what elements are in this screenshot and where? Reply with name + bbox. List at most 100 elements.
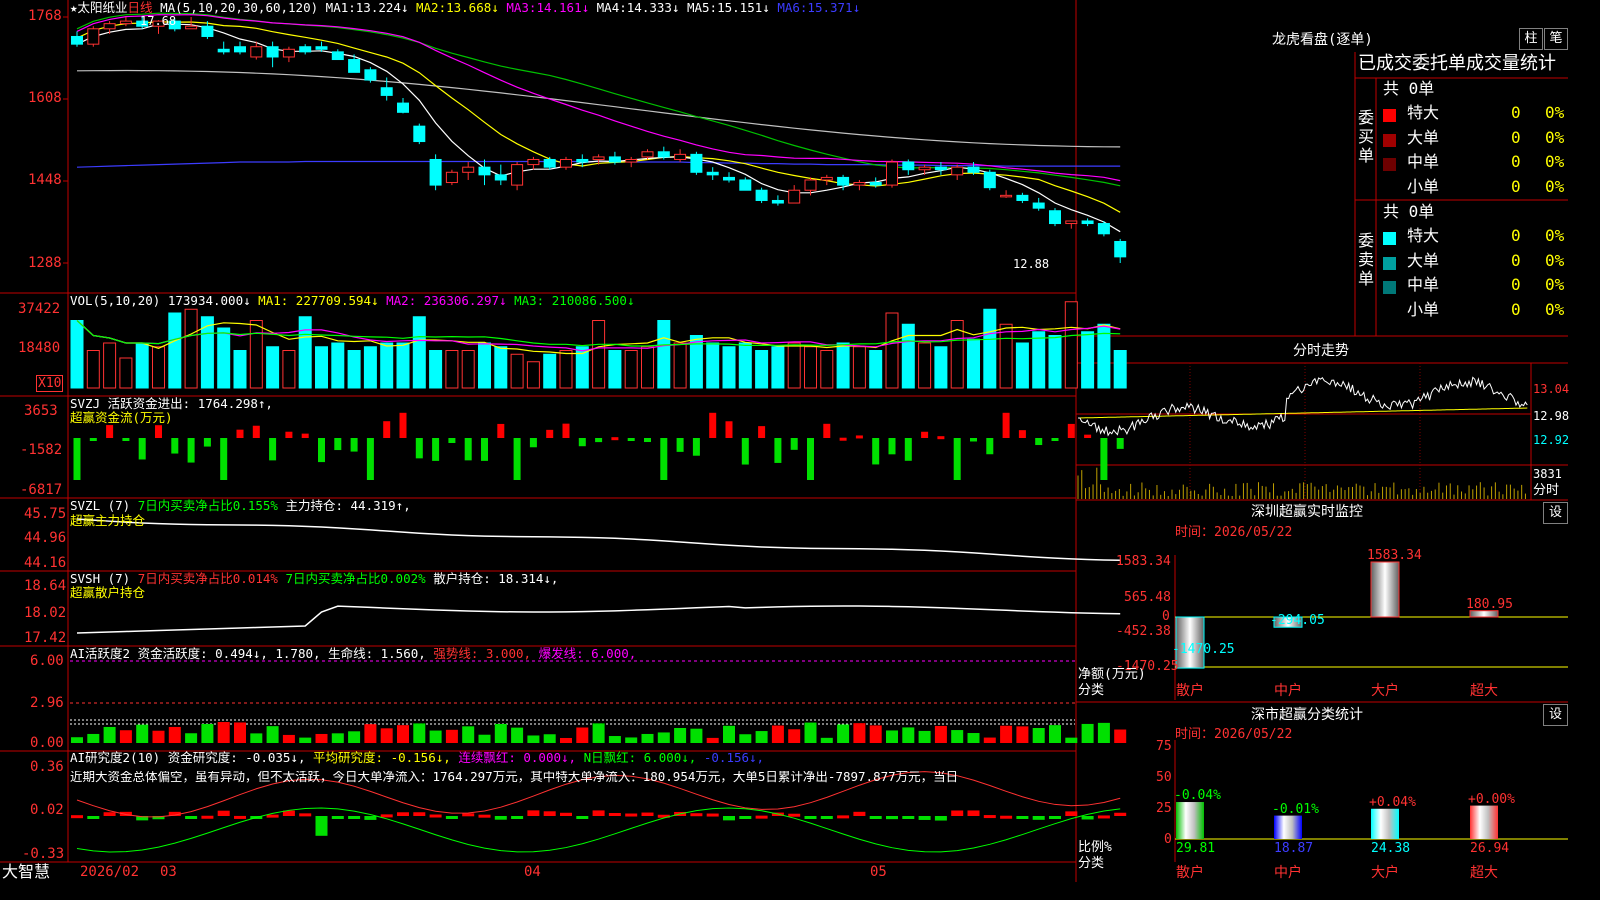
period-label[interactable]: 日线 [128, 0, 153, 15]
cls-value-0: 29.81 [1176, 841, 1216, 856]
ai2-comment: 近期大资金总体偏空，虽有异动，但不太活跃，今日大单净流入：1764.297万元，… [70, 771, 959, 784]
svzj-bar-52 [921, 431, 929, 438]
ai2-bar-29 [543, 811, 556, 816]
svzj-bar-49 [872, 438, 880, 465]
ai2-bar-42 [755, 815, 768, 819]
ai1-bar-52 [918, 730, 931, 743]
svzj-bar-48 [855, 435, 863, 439]
xaxis-label-2: 03 [160, 864, 177, 880]
candle-body-3 [119, 20, 132, 25]
bar-mode-button[interactable]: 柱 [1519, 28, 1543, 50]
ma5-value: 15.151↓ [717, 0, 770, 15]
buy-row-v-2: 0 [1511, 152, 1521, 171]
ai1-bar-26 [494, 723, 507, 743]
svzj-bar-8 [203, 438, 211, 447]
svzj-bar-15 [318, 438, 325, 463]
ai2-bar-51 [902, 816, 915, 819]
ai1-bar-46 [820, 737, 833, 743]
svzj-bar-44 [790, 438, 798, 450]
ai2-bar-19 [380, 814, 393, 818]
ma2-line [76, 21, 1121, 213]
classify-settings-button[interactable]: 设 [1543, 704, 1568, 726]
sell-row-swatch-1 [1383, 256, 1396, 270]
vol-bar-5 [152, 346, 165, 389]
ai2-bar-47 [837, 815, 850, 819]
vol-bar-42 [755, 350, 769, 389]
cls-chg-0: -0.04% [1174, 788, 1221, 804]
candle-body-29 [543, 158, 556, 168]
dragon-title: 龙虎看盘(逐单) [1272, 32, 1373, 48]
ai1-bar-35 [641, 733, 654, 743]
ma1-value: 13.224↓ [355, 0, 409, 15]
vol-bar-25 [478, 342, 491, 389]
mon-cat-1: 中户 [1274, 683, 1302, 699]
candle-body-20 [397, 102, 409, 113]
candle-body-19 [380, 87, 393, 96]
buy-row-swatch-0 [1383, 109, 1396, 122]
ai1-bar-49 [869, 725, 882, 743]
cls-value-3: 26.94 [1470, 841, 1510, 856]
vol-bar-3 [119, 357, 133, 389]
svzj-bar-55 [970, 438, 977, 442]
price-ytick-3: 1448 [28, 172, 62, 188]
vol-bar-55 [967, 338, 980, 389]
mon-ytick-2: 565.48 [1124, 590, 1171, 605]
cls-bar-1 [1274, 815, 1302, 839]
svzj-bar-46 [823, 423, 831, 438]
monitor-settings-button[interactable]: 设 [1543, 502, 1568, 524]
stock-name[interactable]: 太阳纸业 [78, 0, 128, 15]
cls-bar-0 [1176, 802, 1204, 839]
ai2-bar-0 [71, 815, 83, 819]
svzj-label: SVZJ [70, 396, 101, 411]
candle-body-61 [1065, 220, 1078, 225]
candle-body-57 [1000, 194, 1013, 198]
ai2-bar-59 [1032, 816, 1045, 820]
tick-mode-button[interactable]: 笔 [1544, 28, 1568, 50]
ai2-bar-7 [185, 816, 198, 819]
sell-row-v-1: 0 [1511, 250, 1521, 270]
candle-body-44 [788, 189, 801, 204]
ai1-bar-4 [136, 724, 149, 743]
ai2-bar-23 [445, 816, 458, 819]
intra-price-3: 12.92 [1533, 433, 1570, 447]
ai1-bar-7 [185, 733, 198, 743]
ai1-bar-5 [152, 730, 165, 743]
ai2-bar-39 [706, 813, 719, 817]
mon-ytick-1: 1583.34 [1116, 554, 1171, 569]
ai1-t5: 爆发线: 6.000, [538, 646, 637, 661]
svzj-bar-40 [725, 421, 733, 438]
ma6-value: 15.371↓ [807, 0, 861, 15]
vol-bar-43 [771, 346, 785, 389]
candle-body-28 [527, 158, 540, 166]
ai1-bar-56 [983, 737, 996, 743]
candle-body-8 [201, 25, 214, 37]
vol-bar-6 [168, 312, 182, 389]
buy-row-swatch-2 [1383, 158, 1396, 171]
ai1-bar-20 [397, 725, 409, 743]
vol-bar-15 [315, 346, 328, 389]
vol-bar-41 [738, 342, 752, 389]
svsh-label: SVSH (7) [70, 571, 131, 586]
star-icon: ★ [70, 0, 78, 15]
sell-row-v-0: 0 [1511, 226, 1521, 245]
sell-row-swatch-2 [1383, 281, 1396, 294]
candle-body-38 [690, 153, 703, 173]
svzj-bar-45 [807, 438, 814, 480]
vol-unit-button[interactable]: X10 [36, 375, 64, 392]
buy-row-p-0: 0% [1545, 103, 1565, 122]
buy-row-name-0: 特大 [1407, 103, 1440, 122]
ai2-bar-60 [1049, 816, 1061, 819]
ai1-ytick-1: 6.00 [30, 653, 64, 669]
cls-ylabel: 比例% [1078, 840, 1112, 855]
vol-bar-35 [641, 346, 654, 389]
svzj-bar-23 [448, 438, 456, 443]
sell-total: 共 0单 [1383, 202, 1435, 221]
intra-footer: 分时 [1533, 483, 1560, 498]
ai2-bar-1 [87, 816, 100, 819]
mon-cat-2: 大户 [1371, 683, 1399, 699]
svzl-t1: 7日内买卖净占比0.155% [137, 498, 278, 513]
ai1-bar-3 [119, 730, 132, 743]
svzj-bar-0 [73, 438, 81, 480]
candle-body-37 [674, 153, 687, 160]
ai2-bar-10 [234, 815, 246, 819]
